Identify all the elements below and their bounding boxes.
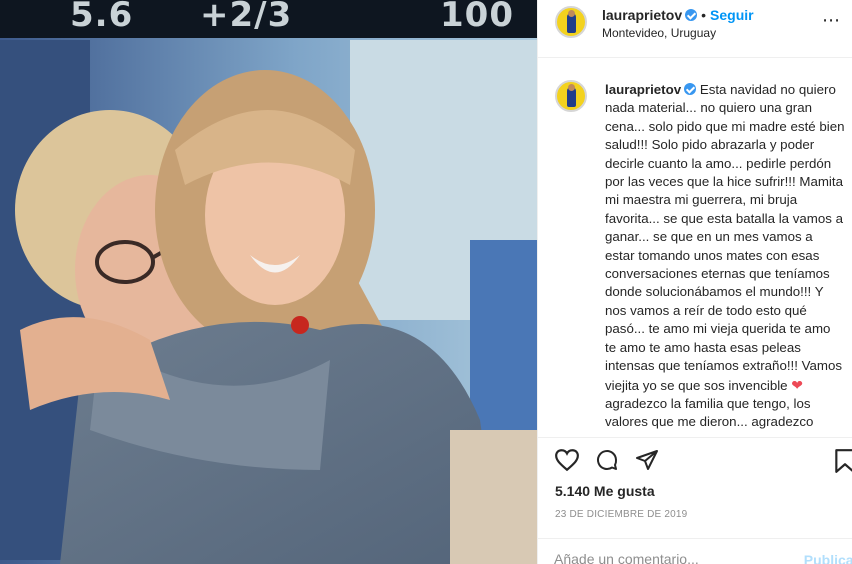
caption-text: lauraprietov Esta navidad no quiero nada…: [605, 81, 845, 432]
verified-badge-icon: [685, 9, 698, 21]
more-icon[interactable]: ⋯: [822, 10, 841, 31]
likes-count[interactable]: 5.140 Me gusta: [555, 483, 655, 499]
camera-readout-strip: 5.6 +2/3 100: [0, 0, 537, 38]
verified-badge-icon: [684, 83, 697, 95]
bookmark-icon[interactable]: [834, 448, 852, 474]
caption-username[interactable]: lauraprietov: [605, 82, 681, 97]
iso-readout: 100: [440, 0, 514, 35]
location-link[interactable]: Montevideo, Uruguay: [602, 26, 716, 40]
comment-input[interactable]: [554, 551, 784, 564]
avatar[interactable]: [555, 6, 587, 38]
separator-dot: •: [701, 7, 707, 23]
heart-emoji-icon: ❤: [791, 376, 804, 393]
post-header: lauraprietov • Seguir Montevideo, Uruguay …: [538, 0, 852, 58]
header-title-line: lauraprietov • Seguir: [602, 7, 754, 23]
photo-illustration: [0, 0, 537, 564]
username-link[interactable]: lauraprietov: [602, 7, 682, 23]
caption-continuation: agradezco la familia que tengo, los valo…: [605, 395, 814, 430]
heart-icon[interactable]: [554, 448, 580, 472]
follow-button[interactable]: Seguir: [710, 7, 754, 23]
comment-box: Publicar: [538, 538, 852, 564]
aperture-readout: 5.6: [70, 0, 134, 35]
post-side-panel: lauraprietov • Seguir Montevideo, Uruguay …: [537, 0, 852, 564]
publish-button[interactable]: Publicar: [804, 552, 852, 564]
caption-body: Esta navidad no quiero nada material... …: [605, 82, 845, 393]
action-bar: [538, 440, 852, 484]
post-photo[interactable]: 5.6 +2/3 100: [0, 0, 537, 564]
comment-icon[interactable]: [594, 448, 620, 472]
exposure-readout: +2/3: [200, 0, 293, 35]
share-icon[interactable]: [634, 448, 660, 472]
caption-avatar[interactable]: [555, 80, 587, 112]
post-date[interactable]: 23 DE DICIEMBRE DE 2019: [555, 509, 687, 520]
caption-area: lauraprietov Esta navidad no quiero nada…: [538, 58, 852, 438]
